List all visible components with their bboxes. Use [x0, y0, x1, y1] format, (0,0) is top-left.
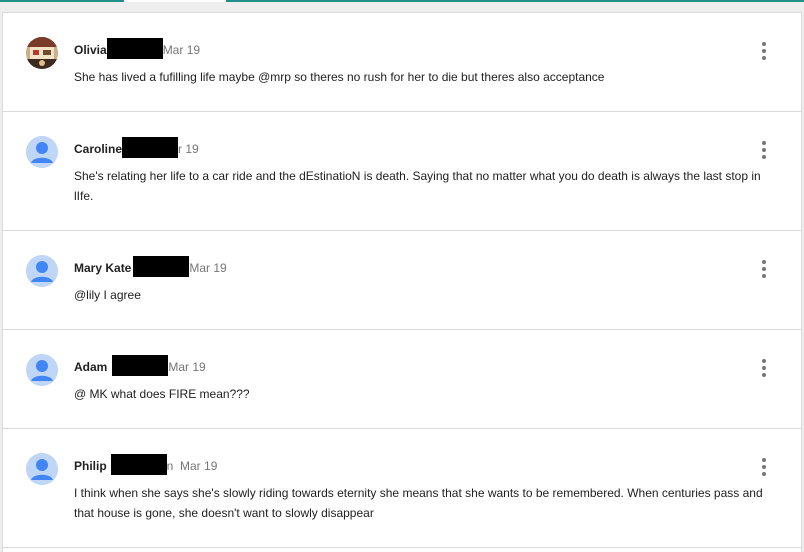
author-name[interactable]: Mary Kate — [74, 261, 131, 275]
comment-item: Olivia Mar 19 She has lived a fufilling l… — [3, 13, 801, 112]
comment-item: Adam Mar 19 @ MK what does FIRE mean??? — [3, 330, 801, 429]
more-vert-icon[interactable] — [754, 41, 774, 61]
avatar[interactable] — [26, 354, 58, 386]
person-icon — [26, 354, 58, 386]
comment-header: Olivia Mar 19 — [74, 38, 201, 60]
comment-date: Mar 19 — [162, 43, 201, 57]
comment-text: She's relating her life to a car ride an… — [74, 169, 761, 203]
comment-text: I think when she says she's slowly ridin… — [74, 486, 763, 520]
stream-page: Olivia Mar 19 She has lived a fufilling l… — [0, 0, 804, 552]
more-vert-icon[interactable] — [754, 259, 774, 279]
comment-date: n Mar 19 — [166, 459, 218, 473]
active-tab-indicator — [124, 0, 226, 2]
comment-header: Philip n Mar 19 — [74, 454, 218, 476]
avatar[interactable] — [26, 136, 58, 168]
comment-item: Philip n Mar 19 I think when she says she… — [3, 429, 801, 548]
avatar[interactable] — [26, 255, 58, 287]
comment-date: r 19 — [178, 142, 199, 156]
redaction-bar — [106, 38, 163, 60]
redaction-bar — [110, 454, 167, 476]
comment-date: Mar 19 — [189, 261, 227, 275]
tab-bar-underline — [0, 0, 804, 2]
comment-header: Mary Kate Mar 19 — [74, 256, 227, 278]
more-vert-icon[interactable] — [754, 140, 774, 160]
redaction-bar — [133, 256, 190, 278]
comment-header: Caroline r 19 — [74, 137, 199, 159]
comment-text: @lily I agree — [74, 288, 141, 302]
author-name[interactable]: Olivia — [74, 43, 107, 57]
avatar[interactable] — [26, 453, 58, 485]
person-icon — [26, 255, 58, 287]
author-name[interactable]: Caroline — [74, 142, 122, 156]
comment-text: She has lived a fufilling life maybe @mr… — [74, 70, 605, 84]
person-icon — [26, 453, 58, 485]
author-name[interactable]: Adam — [74, 360, 107, 374]
author-name[interactable]: Philip — [74, 459, 107, 473]
more-vert-icon[interactable] — [754, 457, 774, 477]
comment-item: Caroline r 19 She's relating her life to … — [3, 112, 801, 231]
comment-header: Adam Mar 19 — [74, 355, 206, 377]
comment-text: @ MK what does FIRE mean??? — [74, 387, 250, 401]
avatar-photo-icon — [26, 37, 58, 69]
redaction-bar — [112, 355, 169, 377]
avatar[interactable] — [26, 37, 58, 69]
person-icon — [26, 136, 58, 168]
comment-date: Mar 19 — [168, 360, 206, 374]
more-vert-icon[interactable] — [754, 358, 774, 378]
comment-list: Olivia Mar 19 She has lived a fufilling l… — [2, 12, 802, 552]
comment-item: Mary Kate Mar 19 @lily I agree — [3, 231, 801, 330]
redaction-bar — [122, 137, 179, 159]
